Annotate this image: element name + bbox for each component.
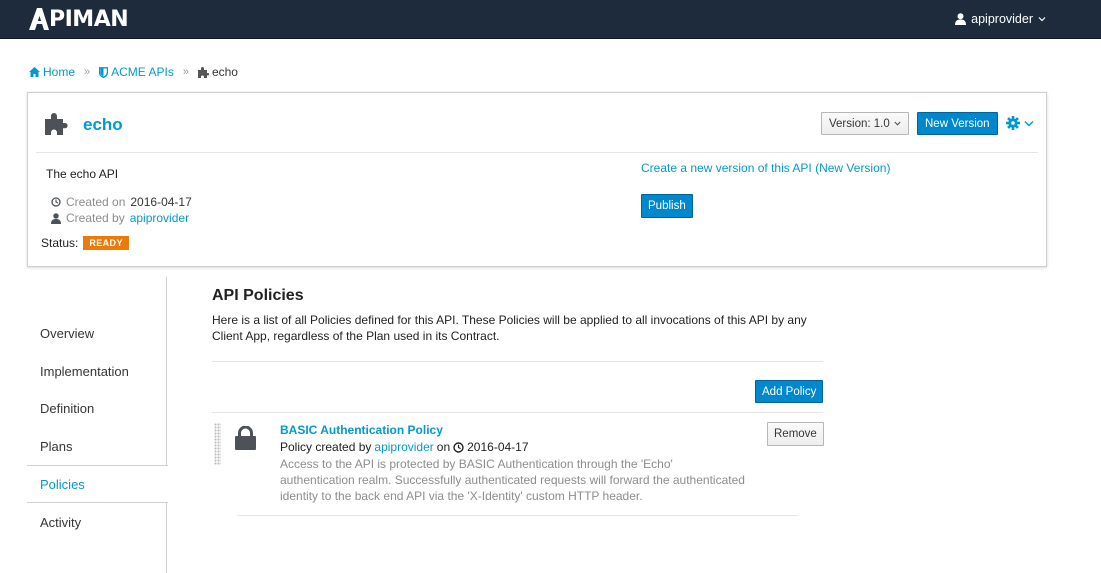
policy-on-label: on xyxy=(436,440,451,454)
breadcrumb-current: echo xyxy=(197,65,238,79)
page-title: API Policies xyxy=(212,287,304,304)
add-policy-button[interactable]: Add Policy xyxy=(755,380,824,403)
drag-handle-icon[interactable] xyxy=(214,423,221,465)
sidenav-item-overview[interactable]: Overview xyxy=(27,314,167,352)
breadcrumb-home-label: Home xyxy=(43,65,76,79)
created-on: Created on 2016-04-17 xyxy=(51,195,192,209)
breadcrumb-separator: » xyxy=(182,66,189,78)
policy-created-prefix: Policy created by xyxy=(280,440,372,454)
status-label: Status: xyxy=(41,236,79,250)
created-on-date: 2016-04-17 xyxy=(130,195,192,209)
divider xyxy=(212,361,823,362)
created-by: Created by apiprovider xyxy=(51,211,189,225)
apiman-logo[interactable]: PIMAN xyxy=(29,6,129,32)
status-badge: READY xyxy=(83,236,129,250)
policy-list-item: BASIC Authentication Policy Policy creat… xyxy=(212,413,824,516)
version-dropdown[interactable]: Version: 1.0 xyxy=(821,112,909,135)
sidenav-item-activity[interactable]: Activity xyxy=(27,503,167,541)
policy-name-link[interactable]: BASIC Authentication Policy xyxy=(280,423,443,437)
api-name[interactable]: echo xyxy=(83,115,123,135)
user-menu[interactable]: apiprovider xyxy=(955,12,1046,26)
lock-icon xyxy=(235,426,256,450)
created-by-label: Created by xyxy=(66,211,125,225)
home-icon xyxy=(29,67,40,77)
clock-icon xyxy=(51,197,61,207)
new-version-button[interactable]: New Version xyxy=(917,112,998,135)
chevron-down-icon xyxy=(1038,17,1046,22)
api-sidenav: Overview Implementation Definition Plans… xyxy=(27,277,168,573)
shield-icon xyxy=(99,66,109,78)
policy-description: Access to the API is protected by BASIC … xyxy=(280,457,745,503)
policy-date: 2016-04-17 xyxy=(467,440,529,454)
top-navbar: PIMAN apiprovider xyxy=(0,0,1101,39)
created-on-label: Created on xyxy=(66,195,126,209)
policy-created-by-link[interactable]: apiprovider xyxy=(374,440,433,454)
user-name: apiprovider xyxy=(971,12,1033,26)
puzzle-icon xyxy=(45,113,68,135)
api-status: Status: READY xyxy=(41,236,129,250)
sidenav-item-implementation[interactable]: Implementation xyxy=(27,352,167,390)
version-label: Version: 1.0 xyxy=(829,117,890,130)
api-description: The echo API xyxy=(46,167,119,181)
user-icon xyxy=(51,212,61,224)
breadcrumb-current-label: echo xyxy=(211,65,238,79)
logo-a-icon xyxy=(29,8,49,30)
breadcrumb-home[interactable]: Home xyxy=(29,65,75,79)
breadcrumb-org-label: ACME APIs xyxy=(111,65,174,79)
sidenav-item-definition[interactable]: Definition xyxy=(27,389,167,427)
api-summary-card: echo Version: 1.0 New Version The echo A… xyxy=(27,92,1047,267)
remove-policy-button[interactable]: Remove xyxy=(767,422,824,446)
puzzle-icon xyxy=(197,66,209,78)
api-actions-menu[interactable] xyxy=(1006,116,1034,130)
breadcrumb-separator: » xyxy=(84,66,91,78)
chevron-down-icon xyxy=(1024,120,1034,127)
create-new-version-link[interactable]: Create a new version of this API (New Ve… xyxy=(641,161,890,175)
sidenav-item-policies[interactable]: Policies xyxy=(27,465,168,503)
publish-button[interactable]: Publish xyxy=(641,194,693,218)
user-icon xyxy=(955,13,967,25)
policy-meta: Policy created by apiprovider on 2016-04… xyxy=(280,440,529,454)
chevron-down-icon xyxy=(894,121,901,126)
page-description: Here is a list of all Policies defined f… xyxy=(212,313,807,343)
divider xyxy=(237,515,798,516)
api-card-header: echo Version: 1.0 New Version xyxy=(36,93,1038,153)
created-by-user-link[interactable]: apiprovider xyxy=(130,211,189,225)
clock-icon xyxy=(453,441,464,453)
logo-text: PIMAN xyxy=(49,6,129,32)
breadcrumb: Home » ACME APIs » echo xyxy=(29,65,238,79)
breadcrumb-org[interactable]: ACME APIs xyxy=(99,65,174,79)
sidenav-item-plans[interactable]: Plans xyxy=(27,427,167,465)
gear-icon xyxy=(1006,116,1020,130)
